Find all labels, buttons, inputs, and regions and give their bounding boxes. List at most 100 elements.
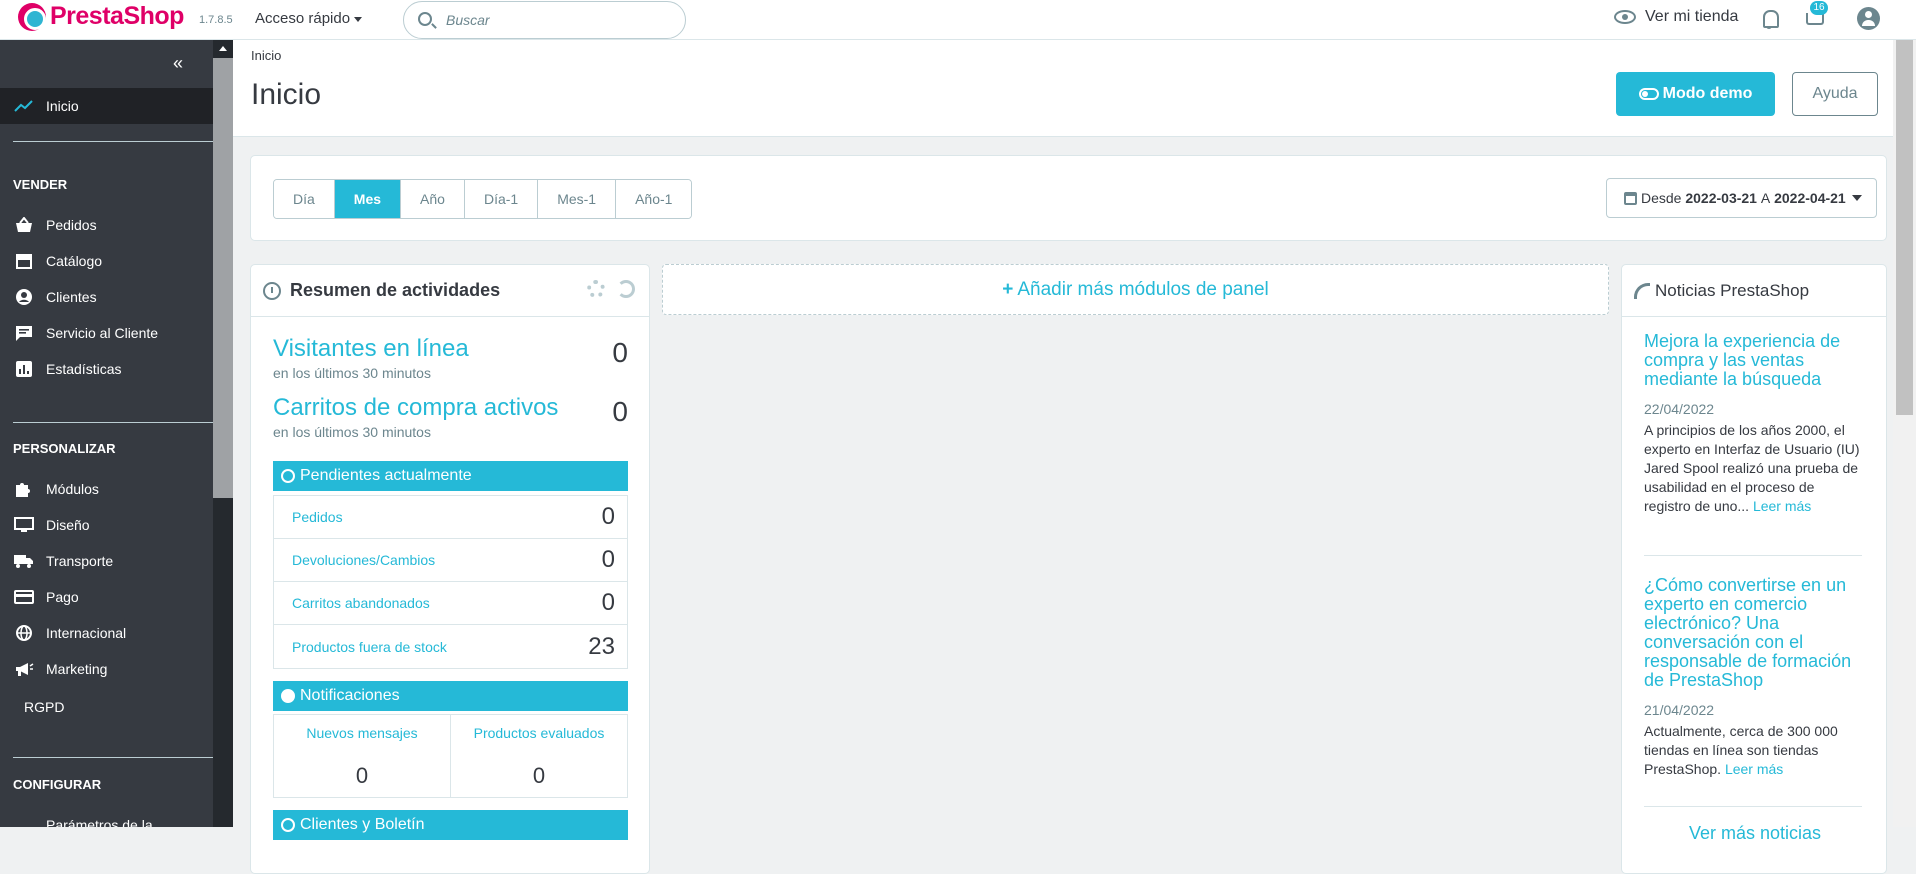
user-icon[interactable]: [1857, 7, 1880, 30]
quick-access-dropdown[interactable]: Acceso rápido: [255, 10, 363, 27]
date-from-label: Desde: [1641, 190, 1682, 206]
tab-year[interactable]: Año: [401, 180, 465, 218]
new-messages-cell: Nuevos mensajes 0: [274, 715, 451, 797]
panel-title: Resumen de actividades: [290, 280, 501, 300]
online-visitors-metric: Visitantes en línea en los últimos 30 mi…: [273, 335, 628, 381]
notifications-grid: Nuevos mensajes 0 Productos evaluados 0: [273, 714, 628, 798]
help-button[interactable]: Ayuda: [1792, 72, 1878, 116]
abandoned-carts-link[interactable]: Carritos abandonados: [292, 595, 430, 611]
refresh-icon[interactable]: [617, 280, 635, 298]
sidebar-item-shipping[interactable]: Transporte: [0, 543, 213, 579]
add-dashboard-modules-button[interactable]: + Añadir más módulos de panel: [662, 264, 1609, 315]
sidebar-item-stats[interactable]: Estadísticas: [0, 351, 213, 387]
pending-value: 0: [601, 546, 615, 573]
news-excerpt-text: A principios de los años 2000, el expert…: [1644, 422, 1860, 514]
sidebar-item-design[interactable]: Diseño: [0, 507, 213, 543]
sidebar-item-modules[interactable]: Módulos: [0, 471, 213, 507]
read-more-link[interactable]: Leer más: [1753, 498, 1811, 514]
sidebar-item-payment[interactable]: Pago: [0, 579, 213, 615]
demo-mode-button[interactable]: Modo demo: [1616, 72, 1775, 116]
page-title: Inicio: [251, 78, 322, 111]
tab-previous-month[interactable]: Mes-1: [538, 180, 617, 218]
truck-icon: [14, 555, 33, 568]
pending-returns-link[interactable]: Devoluciones/Cambios: [292, 552, 435, 568]
notification-badge: 16: [1810, 1, 1828, 15]
sidebar-item-customers[interactable]: Clientes: [0, 279, 213, 315]
period-selector-panel: Día Mes Año Día-1 Mes-1 Año-1 Desde 2022…: [250, 155, 1887, 241]
toggle-icon: [1638, 88, 1659, 100]
activity-overview-panel: Resumen de actividades Visitantes en lín…: [250, 264, 650, 874]
scroll-up-arrow-icon[interactable]: [219, 46, 227, 51]
news-item: Mejora la experiencia de compra y las ve…: [1644, 332, 1862, 516]
page-header: Inicio Inicio Modo demo Ayuda: [233, 40, 1893, 137]
divider: [13, 141, 213, 142]
list-item: Devoluciones/Cambios 0: [274, 539, 627, 582]
read-more-link[interactable]: Leer más: [1725, 761, 1783, 777]
tab-day[interactable]: Día: [274, 180, 335, 218]
page-scroll-thumb[interactable]: [1896, 40, 1913, 415]
notification-value: 0: [355, 763, 369, 788]
sidebar-item-orders[interactable]: Pedidos: [0, 207, 213, 243]
tab-month[interactable]: Mes: [334, 180, 402, 218]
pending-list: Pedidos 0 Devoluciones/Cambios 0 Carrito…: [273, 495, 628, 669]
active-carts-link[interactable]: Carritos de compra activos: [273, 394, 628, 422]
metric-value: 0: [612, 396, 628, 427]
sidebar-item-home[interactable]: Inicio: [0, 88, 213, 124]
sidebar-item-international[interactable]: Internacional: [0, 615, 213, 651]
gear-icon[interactable]: [587, 280, 605, 298]
eye-icon: [1614, 10, 1636, 24]
search-input[interactable]: [446, 10, 666, 30]
sidebar-scrollbar[interactable]: [213, 40, 233, 827]
tab-previous-day[interactable]: Día-1: [464, 180, 539, 218]
breadcrumb[interactable]: Inicio: [251, 48, 281, 63]
sidebar-item-shop-parameters[interactable]: Parámetros de la: [0, 807, 213, 827]
new-messages-link[interactable]: Nuevos mensajes: [274, 725, 450, 741]
sidebar-item-label: Pago: [46, 589, 79, 605]
bell-icon[interactable]: [1760, 9, 1779, 29]
exclamation-circle-icon: [281, 689, 295, 703]
pending-section-header: Pendientes actualmente: [273, 461, 628, 491]
sidebar-scroll-thumb[interactable]: [213, 58, 233, 498]
pending-orders-link[interactable]: Pedidos: [292, 509, 343, 525]
date-from-value: 2022-03-21: [1685, 190, 1757, 206]
collapse-sidebar-icon[interactable]: «: [173, 53, 183, 74]
sidebar-item-customer-service[interactable]: Servicio al Cliente: [0, 315, 213, 351]
notifications-section-header: Notificaciones: [273, 681, 628, 711]
sidebar-item-marketing[interactable]: Marketing: [0, 651, 213, 687]
news-title-link[interactable]: ¿Cómo convertirse en un experto en comer…: [1644, 576, 1862, 690]
metric-subtitle: en los últimos 30 minutos: [273, 365, 431, 381]
divider: [1644, 806, 1862, 807]
panel-header: Resumen de actividades: [251, 265, 649, 317]
period-tabs: Día Mes Año Día-1 Mes-1 Año-1: [273, 179, 693, 219]
sidebar-item-gdpr[interactable]: RGPD: [0, 689, 213, 725]
monitor-icon: [14, 517, 34, 532]
top-bar: PrestaShop 1.7.8.5 Acceso rápido Ver mi …: [0, 0, 1916, 40]
product-reviews-link[interactable]: Productos evaluados: [451, 725, 627, 741]
date-to-value: 2022-04-21: [1774, 190, 1846, 206]
news-title-link[interactable]: Mejora la experiencia de compra y las ve…: [1644, 332, 1862, 389]
more-news-link[interactable]: Ver más noticias: [1622, 823, 1888, 844]
rss-icon: [1634, 282, 1650, 299]
news-date: 21/04/2022: [1644, 702, 1715, 718]
main-content: Inicio Inicio Modo demo Ayuda Día Mes Añ…: [233, 40, 1893, 874]
prestashop-logo[interactable]: PrestaShop: [18, 2, 184, 31]
pending-value: 23: [588, 632, 615, 660]
active-carts-metric: Carritos de compra activos en los último…: [273, 394, 628, 440]
search-icon: [418, 12, 432, 26]
sidebar-item-label: Módulos: [46, 481, 99, 497]
demo-mode-label: Modo demo: [1662, 85, 1753, 102]
logo-text: PrestaShop: [50, 2, 184, 30]
date-range-picker[interactable]: Desde 2022-03-21 A 2022-04-21: [1606, 178, 1877, 218]
view-shop-link[interactable]: Ver mi tienda: [1614, 8, 1738, 26]
prestashop-logo-icon: [18, 2, 46, 31]
sidebar-item-catalog[interactable]: Catálogo: [0, 243, 213, 279]
out-of-stock-link[interactable]: Productos fuera de stock: [292, 639, 447, 655]
tab-previous-year[interactable]: Año-1: [616, 180, 692, 218]
account-circle-icon: [16, 289, 32, 305]
news-panel: Noticias PrestaShop Mejora la experienci…: [1621, 264, 1887, 874]
sidebar-item-label: RGPD: [24, 699, 65, 715]
online-visitors-link[interactable]: Visitantes en línea: [273, 335, 628, 363]
settings-icon: [14, 817, 34, 827]
page-scrollbar[interactable]: [1893, 40, 1916, 827]
chat-icon: [16, 326, 32, 341]
